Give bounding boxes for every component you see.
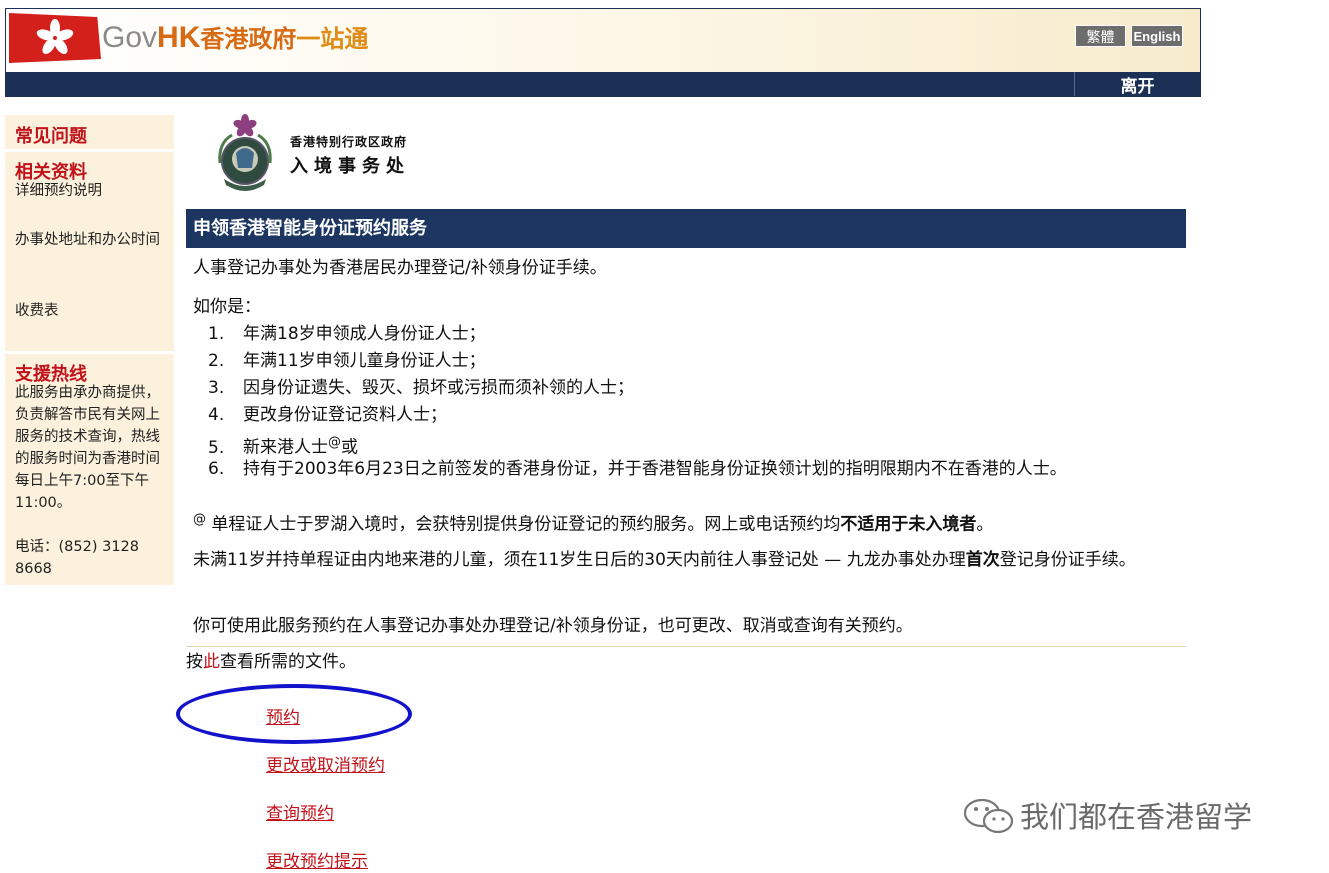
hksar-flag-logo[interactable] [9, 13, 101, 63]
list-item-text: 因身份证遗失、毁灭、损坏或污损而须补领的人士； [243, 378, 634, 398]
department-name: 入境事务处 [290, 156, 410, 177]
appointment-reminder-link[interactable]: 更改预约提示 [266, 847, 368, 872]
sidebar-hotline-description: 此服务由承办商提供，负责解答市民有关网上服务的技术查询，热线的服务时间为香港时间… [15, 385, 160, 511]
govhk-logo[interactable]: GovHK香港政府一站通 [102, 21, 368, 57]
footnote-text: 单程证人士于罗湖入境时，会获特别提供身份证登记的预约服务。网上或电话预约均 [206, 514, 841, 535]
service-description: 你可使用此服务预约在人事登记办事处办理登记/补领身份证，也可更改、取消或查询有关… [193, 616, 913, 636]
footnote-marker: @ [328, 435, 341, 450]
child-note-text-end: 登记身份证手续。 [999, 550, 1136, 570]
list-item-text: 更改身份证登记资料人士； [243, 405, 447, 425]
wechat-icon [963, 798, 1014, 834]
immd-emblem-logo [210, 113, 280, 195]
footnote-end: 。 [976, 514, 994, 535]
logo-cn-text: 香港政府 [200, 26, 297, 53]
sidebar-divider [5, 351, 174, 354]
list-item: 2. 年满11岁申领儿童身份证人士； [208, 351, 486, 371]
logo-gov-text: Gov [102, 21, 158, 54]
documents-here-link[interactable]: 此 [203, 652, 220, 672]
watermark-text: 我们都在香港留学 [1020, 800, 1253, 834]
site-header: GovHK香港政府一站通 繁體 English 离开 [5, 8, 1201, 97]
exit-link[interactable]: 离开 [1074, 72, 1200, 97]
english-button[interactable]: English [1131, 25, 1183, 47]
top-navbar: 离开 [6, 72, 1200, 97]
list-item: 6. 持有于2003年6月23日之前签发的香港身份证，并于香港智能身份证换领计划的… [208, 459, 1067, 479]
sidebar-item-fee-table[interactable]: 收费表 [15, 300, 165, 322]
traditional-chinese-button[interactable]: 繁體 [1075, 25, 1126, 47]
list-item-text: 年满18岁申领成人身份证人士； [243, 324, 486, 344]
list-item: 4. 更改身份证登记资料人士； [208, 405, 447, 425]
enquire-appointment-link[interactable]: 查询预约 [266, 799, 334, 824]
bauhinia-icon [36, 19, 74, 54]
child-note-bold: 首次 [965, 550, 1000, 570]
footnote-paragraph: @ 单程证人士于罗湖入境时，会获特别提供身份证登记的预约服务。网上或电话预约均不… [193, 508, 993, 537]
immd-department-name: 香港特别行政区政府 入境事务处 [290, 133, 410, 178]
sidebar-divider [5, 149, 174, 152]
child-note-text: 未满11岁并持单程证由内地来港的儿童，须在11岁生日后的30天内前往人事登记处 … [193, 550, 966, 570]
list-item: 1. 年满18岁申领成人身份证人士； [208, 324, 486, 344]
list-item: 3. 因身份证遗失、毁灭、损坏或污损而须补领的人士； [208, 378, 634, 398]
immd-emblem-icon [218, 114, 272, 191]
change-cancel-appointment-link[interactable]: 更改或取消预约 [266, 751, 385, 776]
eligibility-list: 1. 年满18岁申领成人身份证人士； 2. 年满11岁申领儿童身份证人士； 3. 因身… [208, 321, 1067, 483]
list-item: 5. 新来港人士@或 [208, 435, 358, 458]
if-you-are-label: 如你是： [193, 297, 261, 317]
sidebar: 常见问题 相关资料 详细预约说明 办事处地址和办公时间 收费表 支援热线 此服务… [5, 115, 174, 585]
logo-hk-text: HK [157, 21, 201, 54]
sidebar-item-appointment-details[interactable]: 详细预约说明 [15, 180, 165, 202]
documents-paragraph: 按此查看所需的文件。 [186, 650, 356, 674]
child-note-paragraph: 未满11岁并持单程证由内地来港的儿童，须在11岁生日后的30天内前往人事登记处 … [193, 548, 1188, 572]
intro-text: 人事登记办事处为香港居民办理登记/补领身份证手续。 [193, 258, 607, 278]
section-title: 申领香港智能身份证预约服务 [186, 209, 1186, 248]
department-government-name: 香港特别行政区政府 [290, 135, 408, 149]
documents-post-text: 查看所需的文件。 [220, 652, 356, 672]
header-banner: GovHK香港政府一站通 繁體 English [6, 9, 1200, 72]
list-item-tail: 或 [341, 437, 358, 458]
sidebar-hotline-phone: 电话：(852) 3128 8668 [15, 539, 140, 577]
logo-cn2-text: 一站通 [296, 26, 369, 53]
footnote-marker: @ [193, 512, 206, 527]
content-divider [186, 646, 1186, 647]
highlight-circle-annotation [176, 684, 412, 744]
documents-pre-text: 按 [186, 652, 203, 672]
list-item-text: 年满11岁申领儿童身份证人士； [243, 351, 486, 371]
list-item-text: 新来港人士 [243, 437, 328, 458]
sidebar-faq-link[interactable]: 常见问题 [15, 122, 87, 148]
list-item-text: 持有于2003年6月23日之前签发的香港身份证，并于香港智能身份证换领计划的指明… [243, 459, 1067, 479]
sidebar-item-office-hours[interactable]: 办事处地址和办公时间 [15, 229, 165, 251]
footnote-bold-text: 不适用于未入境者 [840, 514, 977, 535]
